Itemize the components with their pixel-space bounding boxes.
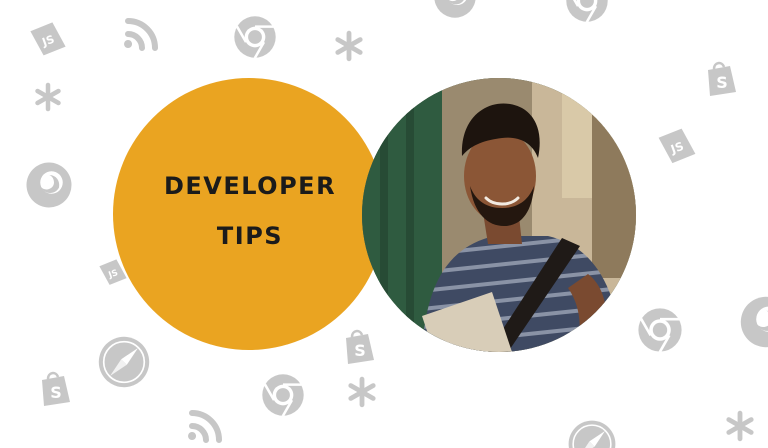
shopify-bag-icon <box>700 58 740 98</box>
js-icon <box>26 18 70 62</box>
feed-icon <box>184 406 224 446</box>
feed-icon <box>120 14 160 54</box>
firefox-icon <box>24 160 74 210</box>
js-icon <box>654 124 700 170</box>
shopify-bag-icon <box>338 326 378 366</box>
asterisk-icon <box>33 82 63 112</box>
safari-compass-icon <box>96 334 152 390</box>
developer-photo <box>362 78 636 352</box>
banner: DEVELOPER TIPS <box>0 0 768 448</box>
asterisk-icon <box>346 376 378 408</box>
chrome-icon <box>636 306 684 354</box>
chrome-icon <box>232 14 278 60</box>
safari-compass-icon <box>566 418 618 448</box>
asterisk-icon <box>333 30 365 62</box>
title-line-developer: DEVELOPER <box>163 172 337 200</box>
chrome-icon <box>564 0 610 24</box>
chrome-icon <box>260 372 306 418</box>
shopify-bag-icon <box>34 368 74 408</box>
firefox-icon <box>432 0 478 20</box>
title-circle: DEVELOPER TIPS <box>113 78 385 350</box>
asterisk-icon <box>724 410 756 442</box>
firefox-icon <box>738 294 768 350</box>
title-line-tips: TIPS <box>216 222 284 250</box>
